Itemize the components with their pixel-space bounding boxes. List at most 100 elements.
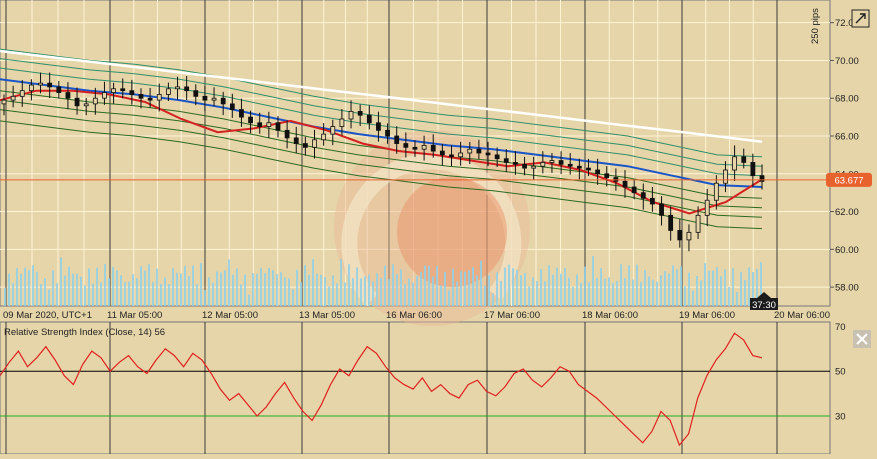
volume-bar <box>304 265 306 306</box>
volume-bar <box>404 284 406 306</box>
candle-body <box>586 167 591 171</box>
volume-bar <box>484 285 486 306</box>
volume-bar <box>260 267 262 306</box>
volume-bar <box>212 282 214 306</box>
candle-body <box>403 143 409 148</box>
volume-bar <box>600 268 602 306</box>
candle-body <box>449 154 454 158</box>
y-tick-label: 68.00 <box>835 94 859 105</box>
volume-bar <box>412 282 414 306</box>
volume-bar <box>144 270 146 306</box>
volume-bar <box>120 275 122 306</box>
volume-bar <box>536 280 538 306</box>
volume-bar <box>476 275 478 306</box>
candle-body <box>394 135 400 144</box>
volume-bar <box>184 266 186 306</box>
volume-bar <box>564 267 566 306</box>
volume-bar <box>700 280 702 306</box>
volume-bar <box>392 264 394 306</box>
volume-bar <box>188 276 190 306</box>
volume-bar <box>132 274 134 306</box>
volume-bar <box>288 278 290 306</box>
volume-bar <box>724 269 726 306</box>
x-tick-label: 18 Mar 06:00 <box>582 310 638 321</box>
volume-bar <box>628 265 630 306</box>
candle-body <box>595 169 601 175</box>
volume-bar <box>424 265 426 306</box>
candle-body <box>129 90 135 95</box>
rsi-title: Relative Strength Index (Close, 14) 56 <box>4 327 165 338</box>
volume-bar <box>472 267 474 306</box>
volume-bar <box>112 266 114 306</box>
volume-bar <box>324 277 326 306</box>
volume-bar <box>68 266 70 306</box>
candle-body <box>211 97 217 101</box>
volume-bar <box>140 266 142 306</box>
current-price-label: 63.677 <box>834 175 863 186</box>
candle-body <box>56 86 62 93</box>
volume-bar <box>52 270 54 306</box>
volume-bar <box>168 284 170 306</box>
volume-bar <box>364 276 366 306</box>
volume-bar <box>316 273 318 306</box>
x-tick-label: 19 Mar 06:00 <box>679 310 735 321</box>
volume-bar <box>4 288 6 306</box>
volume-bar <box>584 266 586 306</box>
volume-bar <box>180 273 182 306</box>
volume-bar <box>264 273 266 306</box>
x-tick-label: 17 Mar 06:00 <box>484 310 540 321</box>
y-tick-label: 58.00 <box>835 283 859 294</box>
candle-body <box>156 94 162 101</box>
candle-body <box>175 86 180 90</box>
candle-body <box>102 92 107 99</box>
volume-bar <box>232 274 234 306</box>
volume-bar <box>620 264 622 306</box>
volume-bar <box>280 272 282 306</box>
candle-body <box>165 88 171 95</box>
volume-bar <box>688 272 690 306</box>
candle-body <box>640 192 646 199</box>
candle-body <box>348 111 354 120</box>
volume-bar <box>208 277 210 306</box>
volume-bar <box>248 294 250 306</box>
volume-bar <box>28 269 30 306</box>
candle-body <box>330 126 336 135</box>
candle-body <box>713 182 719 201</box>
candle-body <box>659 203 664 216</box>
volume-bar <box>656 281 658 306</box>
popout-icon[interactable] <box>851 9 870 28</box>
volume-bar <box>256 274 258 306</box>
volume-bar <box>480 260 482 306</box>
volume-bar <box>548 265 550 306</box>
volume-bar <box>732 268 734 306</box>
candle-body <box>92 97 98 105</box>
volume-bar <box>380 277 382 306</box>
y-tick-label: 60.00 <box>835 245 859 256</box>
volume-bar <box>340 259 342 306</box>
volume-bar <box>444 271 446 306</box>
candle-body <box>28 84 34 92</box>
candle-body <box>549 160 555 163</box>
volume-bar <box>468 270 470 306</box>
volume-bar <box>244 274 246 306</box>
pips-label: 250 pips <box>810 8 821 44</box>
candle-body <box>120 88 126 92</box>
candle-body <box>576 165 582 169</box>
volume-bar <box>300 282 302 306</box>
candle-body <box>248 116 253 124</box>
volume-bar <box>96 267 98 306</box>
volume-bar <box>352 278 354 306</box>
volume-bar <box>356 267 358 306</box>
volume-bar <box>440 285 442 306</box>
volume-bar <box>492 293 494 306</box>
close-icon[interactable] <box>853 330 871 348</box>
y-tick-label: 62.00 <box>835 207 859 218</box>
volume-bar <box>32 265 34 306</box>
candle-body <box>732 156 738 171</box>
volume-bar <box>556 267 558 306</box>
candle-body <box>65 92 71 99</box>
candle-body <box>184 86 190 92</box>
rsi-y-tick-label: 30 <box>835 411 846 422</box>
chart-svg[interactable]: 72.0070.0068.0066.0064.0062.0060.0058.00… <box>0 0 877 455</box>
rsi-y-tick-label: 50 <box>835 367 846 378</box>
